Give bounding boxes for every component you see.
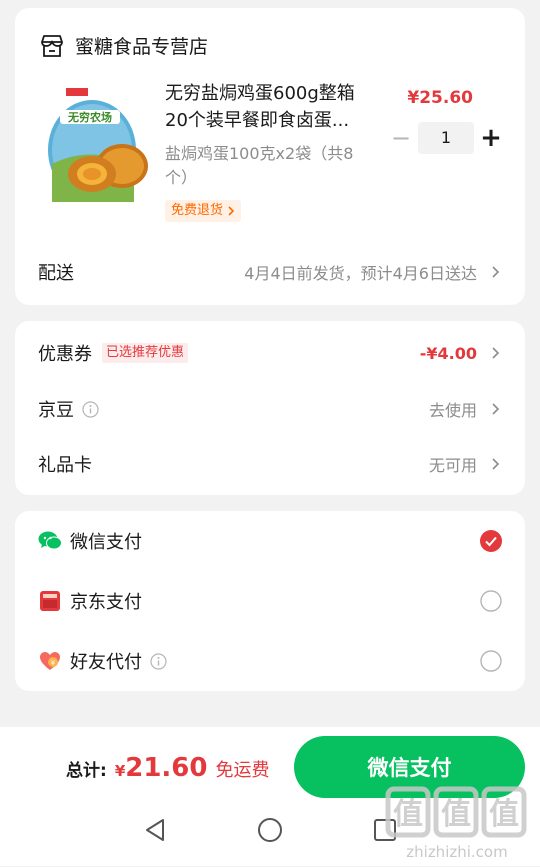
payment-option-friend[interactable]: ¥ 好友代付: [38, 646, 502, 676]
quantity-input[interactable]: 1: [418, 122, 474, 154]
chevron-right-icon: [492, 458, 500, 470]
payment-option-label: 微信支付: [70, 532, 142, 553]
payment-option-label: 京东支付: [70, 592, 142, 613]
payment-option-wechat[interactable]: 微信支付: [38, 526, 502, 556]
giftcard-value: 无可用: [428, 456, 477, 475]
chevron-right-icon: [492, 266, 500, 278]
coupon-row[interactable]: 优惠券 已选推荐优惠 -¥4.00: [38, 338, 501, 368]
giftcard-label: 礼品卡: [38, 455, 92, 476]
coupon-value: -¥4.00: [419, 343, 477, 363]
free-shipping-label: 免运费: [215, 760, 270, 781]
coupon-recommended-tag: 已选推荐优惠: [102, 343, 189, 363]
chevron-right-icon: [492, 403, 500, 415]
discount-card: 优惠券 已选推荐优惠 -¥4.00 京豆 去使用 礼品卡 无可用: [15, 321, 525, 495]
unselected-radio-icon[interactable]: [480, 590, 502, 612]
product-price: ¥25.60: [407, 88, 473, 108]
total-amount-value: 21.60: [125, 753, 208, 783]
watermark-char: 值: [489, 797, 519, 832]
home-icon[interactable]: [257, 817, 283, 843]
payment-method-card: 微信支付 京东支付 ¥ 好友代付: [15, 511, 525, 691]
store-header[interactable]: 蜜糖食品专营店: [39, 32, 208, 59]
product-title[interactable]: 无穷盐焗鸡蛋600g整箱20个装早餐即食卤蛋...: [165, 80, 375, 134]
coupon-label: 优惠券: [38, 344, 92, 365]
svg-text:¥: ¥: [51, 659, 56, 667]
free-return-tag[interactable]: 免费退货: [165, 200, 242, 222]
chevron-right-icon: [492, 347, 500, 359]
quantity-stepper: − 1 +: [388, 122, 504, 154]
back-icon[interactable]: [143, 817, 167, 843]
store-card: 蜜糖食品专营店 无穷农场 无穷盐焗鸡蛋600g整箱20个装早餐即食卤蛋... ¥…: [15, 8, 525, 305]
unselected-radio-icon[interactable]: [480, 650, 502, 672]
jd-pay-icon: [40, 591, 60, 611]
friend-pay-icon: ¥: [40, 652, 60, 670]
store-icon: [41, 34, 63, 57]
total-label: 总计:: [66, 761, 107, 781]
wechat-pay-icon: [38, 531, 62, 550]
delivery-row[interactable]: 配送 4月4日前发货，预计4月6日送达: [38, 257, 501, 287]
product-spec[interactable]: 盐焗鸡蛋100克x2袋（共8个）: [165, 142, 375, 190]
store-name: 蜜糖食品专营店: [75, 36, 209, 58]
payment-option-jdpay[interactable]: 京东支付: [38, 586, 502, 616]
jingdou-label: 京豆: [38, 400, 74, 421]
jingdou-row[interactable]: 京豆 去使用: [38, 394, 501, 424]
product-brand-text: 无穷农场: [67, 110, 112, 124]
giftcard-row[interactable]: 礼品卡 无可用: [38, 449, 501, 479]
jingdou-value: 去使用: [428, 401, 477, 420]
checkout-bar: 总计: ¥21.60 免运费 微信支付 值 值 值 zhizhizhi.com: [0, 727, 540, 866]
chevron-right-icon: [228, 206, 235, 216]
currency-symbol: ¥: [114, 762, 126, 780]
increase-quantity-button[interactable]: +: [478, 122, 504, 154]
total-summary: 总计: ¥21.60 免运费: [66, 753, 270, 783]
payment-option-label: 好友代付: [70, 652, 142, 673]
info-icon[interactable]: [150, 652, 167, 670]
watermark-domain: zhizhizhi.com: [406, 843, 507, 861]
watermark-logo: 值 值 值 zhizhizhi.com: [382, 783, 532, 867]
decrease-quantity-button[interactable]: −: [388, 122, 414, 154]
free-return-label: 免费退货: [171, 203, 224, 218]
info-icon[interactable]: [82, 400, 99, 418]
delivery-value: 4月4日前发货，预计4月6日送达: [244, 264, 477, 283]
watermark-char: 值: [393, 797, 423, 832]
delivery-label: 配送: [38, 263, 74, 284]
watermark-char: 值: [441, 797, 471, 832]
total-amount: ¥21.60: [115, 753, 208, 783]
selected-checkmark-icon[interactable]: [480, 530, 502, 552]
product-image[interactable]: 无穷农场: [38, 84, 152, 202]
